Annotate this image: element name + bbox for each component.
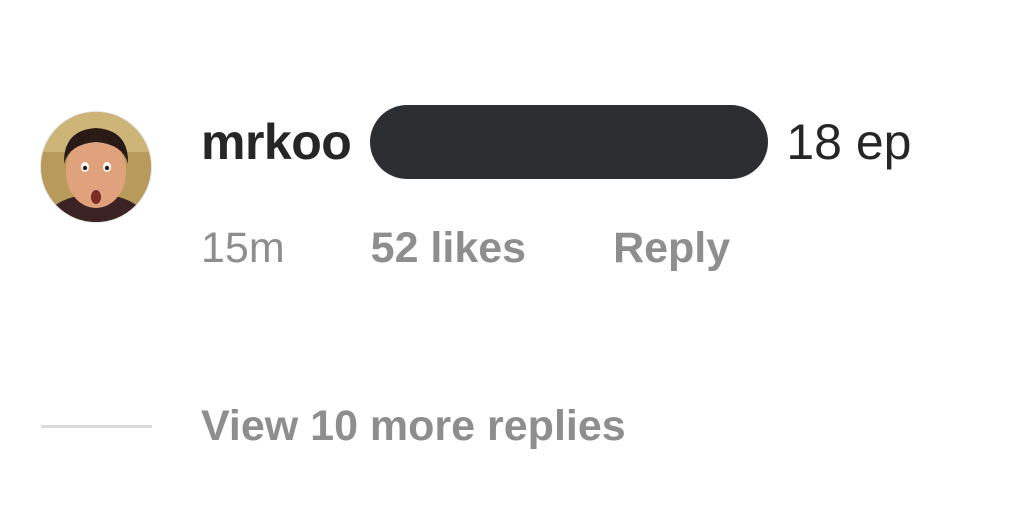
view-more-replies-label: View 10 more replies [201, 401, 626, 450]
comment-body: mrkoo 18 ep [201, 104, 911, 180]
comment-meta: 15m 52 likes Reply [201, 220, 730, 276]
redaction-bar [370, 105, 769, 179]
likes-count-link[interactable]: 52 likes [371, 224, 526, 273]
view-more-replies-button[interactable]: View 10 more replies [41, 396, 626, 456]
replies-divider-line [41, 424, 152, 428]
avatar-photo-icon [41, 112, 151, 222]
comment-text: 18 ep [786, 114, 912, 170]
username-link[interactable]: mrkoo [201, 113, 352, 171]
user-avatar[interactable] [41, 112, 151, 222]
comment-timestamp: 15m [201, 223, 285, 272]
reply-button[interactable]: Reply [613, 224, 730, 273]
comment: mrkoo 18 ep 15m 52 likes Reply View 10 m… [0, 0, 1024, 508]
